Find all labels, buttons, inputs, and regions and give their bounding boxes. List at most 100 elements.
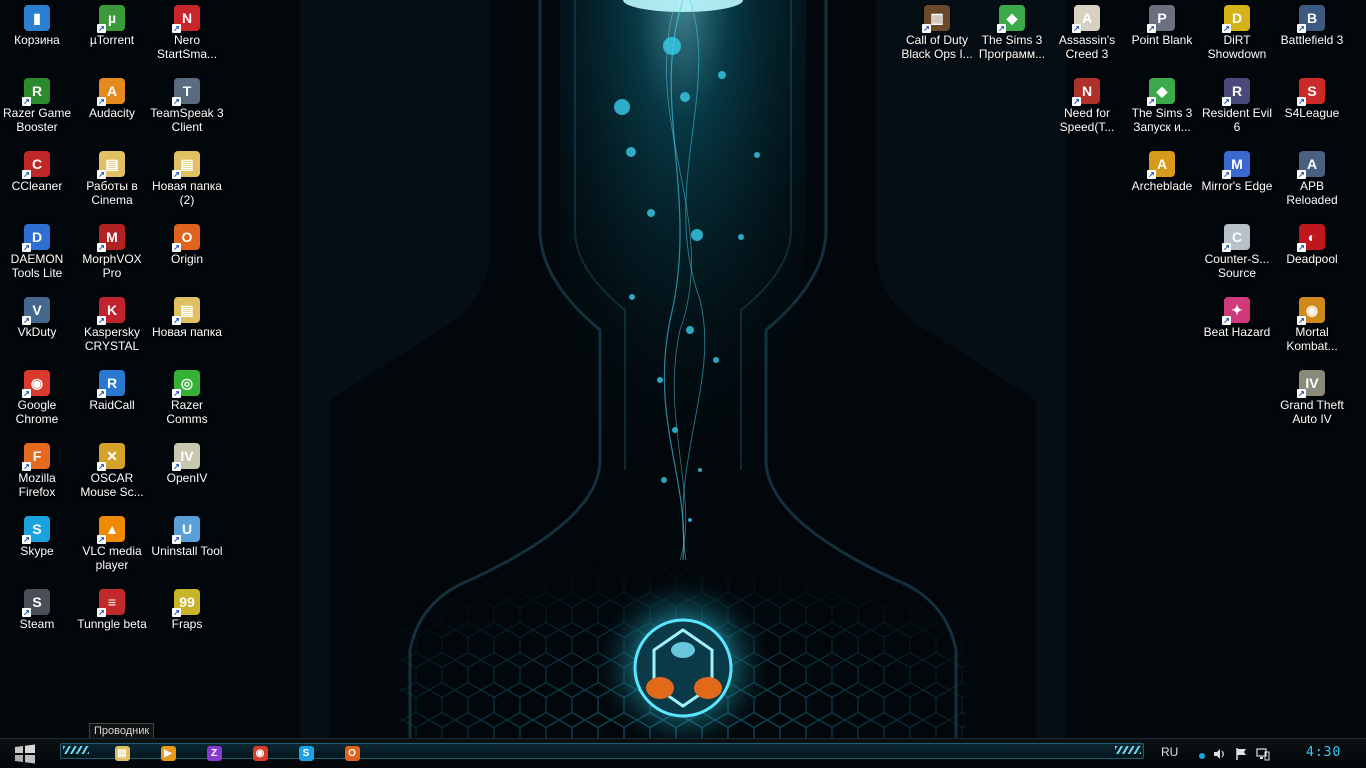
desktop-icon[interactable]: ✕ ↗ OSCAR Mouse Sc... <box>75 438 149 508</box>
desktop-icon[interactable]: A ↗ Assassin's Creed 3 <box>1050 0 1124 70</box>
desktop-icon[interactable]: O ↗ Origin <box>150 219 224 289</box>
desktop-icon-label: DiRT Showdown <box>1207 33 1267 61</box>
desktop: ▮ Корзина µ ↗ µTorrent N ↗ Nero StartSma... R ↗ Ra… <box>0 0 1366 768</box>
desktop-icon[interactable]: S ↗ Steam <box>0 584 74 654</box>
counter-strike-icon: C ↗ <box>1222 224 1250 252</box>
desktop-icon[interactable]: S ↗ Skype <box>0 511 74 581</box>
taskbar-app-explorer[interactable]: ▤ <box>110 742 134 764</box>
desktop-icon[interactable]: IV ↗ OpenIV <box>150 438 224 508</box>
desktop-icon[interactable]: M ↗ Mirror's Edge <box>1200 146 1274 216</box>
desktop-icon-label: Counter-S... Source <box>1204 252 1270 280</box>
desktop-icon[interactable]: ≡ ↗ Tunngle beta <box>75 584 149 654</box>
desktop-icon[interactable]: R ↗ RaidCall <box>75 365 149 435</box>
desktop-icon[interactable]: N ↗ Need for Speed(T... <box>1050 73 1124 143</box>
desktop-icon[interactable]: M ↗ MorphVOX Pro <box>75 219 149 289</box>
desktop-icon[interactable]: P ↗ Point Blank <box>1125 0 1199 70</box>
shortcut-arrow-icon: ↗ <box>1297 316 1306 325</box>
nero-icon: N ↗ <box>172 5 200 33</box>
desktop-icon[interactable]: F ↗ Mozilla Firefox <box>0 438 74 508</box>
desktop-icon[interactable]: R ↗ Razer Game Booster <box>0 73 74 143</box>
desktop-icon[interactable]: C ↗ CCleaner <box>0 146 74 216</box>
desktop-icon[interactable]: K ↗ Kaspersky CRYSTAL <box>75 292 149 362</box>
desktop-icon[interactable]: C ↗ Counter-S... Source <box>1200 219 1274 289</box>
shortcut-arrow-icon: ↗ <box>97 535 106 544</box>
morphvox-icon: M ↗ <box>97 224 125 252</box>
desktop-icon-label: Origin <box>170 252 203 266</box>
language-indicator[interactable]: RU <box>1161 745 1178 759</box>
shortcut-arrow-icon: ↗ <box>1222 316 1231 325</box>
desktop-icon[interactable]: ◆ ↗ The Sims 3 Запуск и... <box>1125 73 1199 143</box>
taskbar-app-origin[interactable]: O <box>340 742 364 764</box>
taskbar-app-skype[interactable]: S <box>294 742 318 764</box>
taskbar-app-z-app[interactable]: Z <box>202 742 226 764</box>
desktop-icon[interactable]: ▤ ↗ Работы в Cinema <box>75 146 149 216</box>
gta4-icon: IV ↗ <box>1297 370 1325 398</box>
desktop-icon[interactable]: B ↗ Battlefield 3 <box>1275 0 1349 70</box>
desktop-icon[interactable]: R ↗ Resident Evil 6 <box>1200 73 1274 143</box>
volume-icon[interactable] <box>1212 747 1226 761</box>
desktop-icon[interactable]: A ↗ APB Reloaded <box>1275 146 1349 216</box>
desktop-icon[interactable]: D ↗ DiRT Showdown <box>1200 0 1274 70</box>
network-icon[interactable] <box>1256 747 1270 761</box>
shortcut-arrow-icon: ↗ <box>1297 24 1306 33</box>
desktop-icon[interactable]: IV ↗ Grand Theft Auto IV <box>1275 365 1349 435</box>
desktop-icon[interactable]: N ↗ Nero StartSma... <box>150 0 224 70</box>
taskbar-app-chrome[interactable]: ◉ <box>248 742 272 764</box>
desktop-icon[interactable]: S ↗ S4League <box>1275 73 1349 143</box>
notification-dot-icon[interactable] <box>1195 747 1209 761</box>
desktop-icon[interactable]: ▤ ↗ Новая папка <box>150 292 224 362</box>
apb-reloaded-icon: A ↗ <box>1297 151 1325 179</box>
sims3-icon: ◆ ↗ <box>997 5 1025 33</box>
shortcut-arrow-icon: ↗ <box>1297 97 1306 106</box>
shortcut-arrow-icon: ↗ <box>97 243 106 252</box>
desktop-icon[interactable]: ▥ ↗ Call of Duty Black Ops I... <box>900 0 974 70</box>
desktop-icon[interactable]: V ↗ VkDuty <box>0 292 74 362</box>
taskbar: ▤ ▶ Z ◉ S O RU 4:30 <box>0 738 1366 768</box>
desktop-icon[interactable]: A ↗ Audacity <box>75 73 149 143</box>
utorrent-icon: µ ↗ <box>97 5 125 33</box>
vlc-icon: ▲ ↗ <box>97 516 125 544</box>
desktop-icon-label: OpenIV <box>166 471 208 485</box>
desktop-icon-label: Steam <box>19 617 55 631</box>
desktop-icon-label: The Sims 3 Запуск и... <box>1131 106 1193 134</box>
desktop-icon[interactable]: T ↗ TeamSpeak 3 Client <box>150 73 224 143</box>
taskbar-app-media[interactable]: ▶ <box>156 742 180 764</box>
desktop-icon[interactable]: ◎ ↗ Razer Comms <box>150 365 224 435</box>
shortcut-arrow-icon: ↗ <box>1072 97 1081 106</box>
shortcut-arrow-icon: ↗ <box>22 316 31 325</box>
desktop-icon[interactable]: ▲ ↗ VLC media player <box>75 511 149 581</box>
kaspersky-icon: K ↗ <box>97 297 125 325</box>
start-button[interactable] <box>8 741 42 767</box>
desktop-icon[interactable]: ◉ ↗ Mortal Kombat... <box>1275 292 1349 362</box>
call-of-duty-icon: ▥ ↗ <box>922 5 950 33</box>
desktop-icon-label: Mozilla Firefox <box>18 471 56 499</box>
tooltip: Проводник <box>89 723 155 739</box>
ccleaner-icon: C ↗ <box>22 151 50 179</box>
desktop-icon[interactable]: ◉ ↗ Google Chrome <box>0 365 74 435</box>
desktop-icon[interactable]: 99 ↗ Fraps <box>150 584 224 654</box>
teamspeak-icon: T ↗ <box>172 78 200 106</box>
desktop-icon-label: Skype <box>20 544 54 558</box>
assassins-creed-icon: A ↗ <box>1072 5 1100 33</box>
desktop-icon[interactable]: µ ↗ µTorrent <box>75 0 149 70</box>
desktop-icon-label: VLC media player <box>82 544 142 572</box>
desktop-icon-label: S4League <box>1284 106 1340 120</box>
desktop-icon-label: Razer Comms <box>166 398 208 426</box>
desktop-icon[interactable]: U ↗ Uninstall Tool <box>150 511 224 581</box>
desktop-icon[interactable]: ▮ Корзина <box>0 0 74 70</box>
desktop-icon[interactable]: ✦ ↗ Beat Hazard <box>1200 292 1274 362</box>
desktop-icon[interactable]: D ↗ DAEMON Tools Lite <box>0 219 74 289</box>
taskbar-clock[interactable]: 4:30 <box>1306 745 1341 760</box>
desktop-icon[interactable]: ▤ ↗ Новая папка (2) <box>150 146 224 216</box>
desktop-icon[interactable]: A ↗ Archeblade <box>1125 146 1199 216</box>
shortcut-arrow-icon: ↗ <box>172 97 181 106</box>
shortcut-arrow-icon: ↗ <box>22 389 31 398</box>
desktop-icon[interactable]: ◐ ↗ Deadpool <box>1275 219 1349 289</box>
razer-comms-icon: ◎ ↗ <box>172 370 200 398</box>
shortcut-arrow-icon: ↗ <box>22 243 31 252</box>
fraps-icon: 99 ↗ <box>172 589 200 617</box>
action-center-flag-icon[interactable] <box>1234 747 1248 761</box>
desktop-icon[interactable]: ◆ ↗ The Sims 3 Программ... <box>975 0 1049 70</box>
z-app-icon: Z <box>206 745 222 761</box>
desktop-icon-label: Google Chrome <box>15 398 59 426</box>
